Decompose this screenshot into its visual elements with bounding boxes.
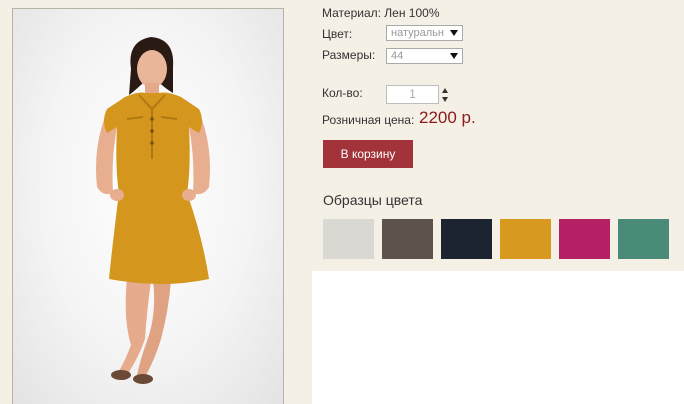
color-label: Цвет:	[322, 27, 353, 41]
qty-label: Кол-во:	[322, 86, 363, 100]
color-select-value: натуральн	[391, 27, 444, 39]
color-swatch-teal[interactable]	[618, 219, 669, 259]
price-label: Розничная цена:	[322, 113, 415, 127]
material-text: Материал: Лен 100%	[322, 6, 440, 20]
color-select[interactable]: натуральн	[386, 25, 463, 41]
color-swatch-brown-gray[interactable]	[382, 219, 433, 259]
color-swatch-raspberry[interactable]	[559, 219, 610, 259]
increment-arrow-icon[interactable]	[442, 88, 448, 93]
size-label: Размеры:	[322, 48, 376, 62]
color-swatch-natural-gray[interactable]	[323, 219, 374, 259]
quantity-input[interactable]: 1	[386, 85, 439, 104]
color-samples-title: Образцы цвета	[323, 192, 423, 208]
dropdown-arrow-icon	[450, 30, 458, 36]
decrement-arrow-icon[interactable]	[442, 97, 448, 102]
color-swatch-mustard[interactable]	[500, 219, 551, 259]
product-photo[interactable]	[12, 8, 284, 404]
add-to-cart-button[interactable]: В корзину	[323, 140, 413, 168]
quantity-stepper[interactable]	[441, 86, 451, 104]
size-select[interactable]: 44	[386, 48, 463, 64]
content-white-area	[312, 271, 684, 404]
dress-model-image	[96, 37, 210, 384]
size-select-value: 44	[391, 50, 404, 62]
price-value: 2200 р.	[419, 108, 476, 127]
dropdown-arrow-icon	[450, 53, 458, 59]
color-swatch-navy[interactable]	[441, 219, 492, 259]
